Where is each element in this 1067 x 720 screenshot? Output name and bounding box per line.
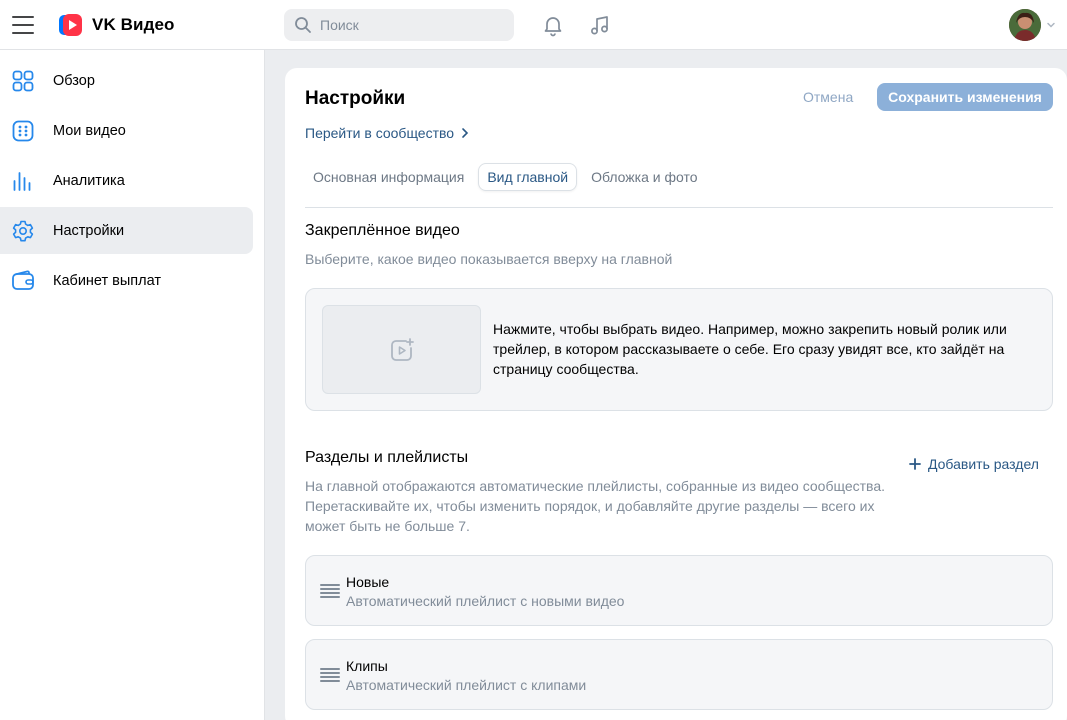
sidebar-item-payouts[interactable]: Кабинет выплат: [0, 257, 253, 304]
wallet-icon: [12, 270, 34, 290]
settings-card: Настройки Отмена Сохранить изменения Пер…: [285, 68, 1067, 720]
avatar: [1009, 9, 1041, 41]
community-link[interactable]: Перейти в сообщество: [305, 125, 470, 141]
top-header: VK Видео: [0, 0, 1067, 50]
sidebar-item-analytics[interactable]: Аналитика: [0, 157, 253, 204]
profile-menu[interactable]: [1009, 9, 1057, 41]
sidebar-item-overview[interactable]: Обзор: [0, 57, 253, 104]
community-link-label: Перейти в сообщество: [305, 125, 455, 141]
music-icon[interactable]: [588, 13, 612, 37]
tab-cover-photo[interactable]: Обложка и фото: [583, 163, 705, 191]
search-bar[interactable]: [284, 9, 514, 41]
gear-icon: [12, 220, 34, 241]
tab-basic-info[interactable]: Основная информация: [305, 163, 472, 191]
playlist-name: Клипы: [346, 658, 388, 674]
playlist-item[interactable]: Новые Автоматический плейлист с новыми в…: [305, 555, 1053, 626]
drag-handle-icon[interactable]: [320, 668, 340, 682]
sidebar-item-label: Мои видео: [53, 122, 126, 139]
sidebar-item-label: Кабинет выплат: [53, 272, 161, 289]
add-video-icon: [390, 337, 414, 361]
save-button[interactable]: Сохранить изменения: [877, 83, 1053, 111]
sidebar-item-settings[interactable]: Настройки: [0, 207, 253, 254]
playlist-description: Автоматический плейлист с клипами: [346, 677, 587, 693]
sidebar-item-label: Настройки: [53, 222, 125, 239]
playlist-description: Автоматический плейлист с новыми видео: [346, 593, 625, 609]
add-section-label: Добавить раздел: [928, 456, 1039, 472]
sidebar-item-my-videos[interactable]: Мои видео: [0, 107, 253, 154]
page-title: Настройки: [305, 88, 406, 109]
bell-icon[interactable]: [541, 13, 565, 37]
logo-text: VK Видео: [92, 15, 175, 34]
pinned-video-description: Выберите, какое видео показывается вверх…: [305, 251, 673, 267]
playlist-name: Новые: [346, 574, 390, 590]
video-placeholder: [322, 305, 481, 394]
vk-video-logo[interactable]: VK Видео: [58, 12, 175, 38]
search-icon: [295, 17, 311, 33]
pinned-video-picker[interactable]: Нажмите, чтобы выбрать видео. Например, …: [305, 288, 1053, 411]
settings-tabs: Основная информация Вид главной Обложка …: [305, 163, 706, 191]
chevron-down-icon: [1047, 22, 1055, 28]
bar-chart-icon: [13, 171, 31, 191]
sidebar: Обзор Мои видео Аналитика Настройки Каби…: [0, 50, 265, 720]
drag-handle-icon[interactable]: [320, 584, 340, 598]
search-input[interactable]: [320, 17, 500, 33]
plus-icon: [909, 458, 921, 470]
sidebar-item-label: Обзор: [53, 72, 95, 89]
grid-icon: [12, 70, 34, 91]
menu-icon[interactable]: [12, 14, 34, 36]
vk-video-logo-icon: [58, 12, 84, 38]
pinned-video-title: Закреплённое видео: [305, 222, 460, 239]
divider: [305, 207, 1053, 208]
add-section-button[interactable]: Добавить раздел: [909, 456, 1039, 472]
cancel-button[interactable]: Отмена: [803, 89, 853, 105]
tab-main-view[interactable]: Вид главной: [478, 163, 578, 191]
pinned-video-hint: Нажмите, чтобы выбрать видео. Например, …: [493, 321, 1007, 377]
sections-title: Разделы и плейлисты: [305, 449, 469, 466]
chevron-right-icon: [462, 128, 469, 138]
sections-description: На главной отображаются автоматические п…: [305, 478, 885, 534]
dice-icon: [12, 120, 34, 141]
sidebar-item-label: Аналитика: [53, 172, 125, 189]
playlist-item[interactable]: Клипы Автоматический плейлист с клипами: [305, 639, 1053, 710]
